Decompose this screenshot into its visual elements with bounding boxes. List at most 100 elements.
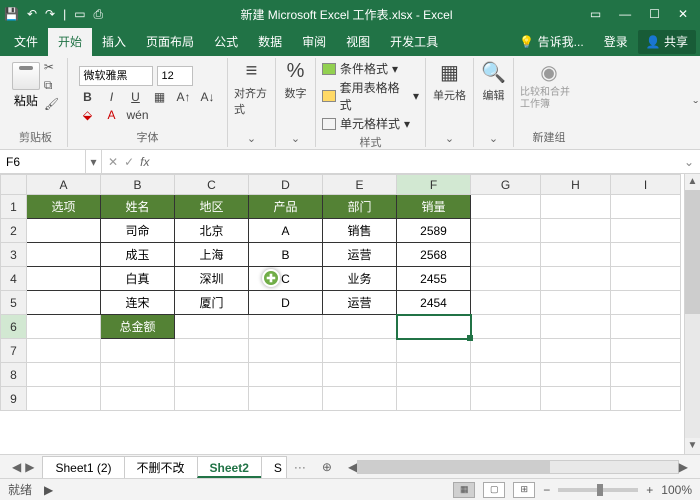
cell[interactable]	[611, 315, 681, 339]
row-header[interactable]: 8	[1, 363, 27, 387]
scroll-left-icon[interactable]: ◀	[348, 460, 357, 474]
cell[interactable]	[611, 291, 681, 315]
cell[interactable]	[323, 387, 397, 411]
increase-font-icon[interactable]: A↑	[175, 90, 193, 104]
cell[interactable]	[541, 291, 611, 315]
cells-button[interactable]: ▦ 单元格	[433, 60, 466, 103]
cell[interactable]: 2455	[397, 267, 471, 291]
cell[interactable]	[27, 339, 101, 363]
font-size-select[interactable]: 12	[157, 66, 193, 86]
cell[interactable]: 司命	[101, 219, 175, 243]
compare-button[interactable]: ◉ 比较和合并工作簿	[520, 60, 578, 111]
cell[interactable]	[541, 195, 611, 219]
sheet-nav-prev-icon[interactable]: ◀	[12, 460, 21, 474]
cell[interactable]	[249, 387, 323, 411]
page-layout-view-icon[interactable]: ▢	[483, 482, 505, 498]
enter-formula-icon[interactable]: ✓	[124, 155, 134, 169]
col-header[interactable]: B	[101, 175, 175, 195]
cell[interactable]: 北京	[175, 219, 249, 243]
cell[interactable]	[249, 315, 323, 339]
col-header[interactable]: A	[27, 175, 101, 195]
scroll-up-icon[interactable]: ▲	[685, 174, 700, 190]
vertical-scrollbar[interactable]: ▲ ▼	[684, 174, 700, 454]
redo-icon[interactable]: ↷	[45, 7, 55, 21]
zoom-in-icon[interactable]: +	[646, 483, 653, 497]
cell[interactable]	[611, 339, 681, 363]
cell[interactable]	[323, 315, 397, 339]
cell[interactable]	[471, 363, 541, 387]
undo-icon[interactable]: ↶	[27, 7, 37, 21]
cell[interactable]	[611, 363, 681, 387]
cell[interactable]	[541, 339, 611, 363]
row-header[interactable]: 5	[1, 291, 27, 315]
tab-home[interactable]: 开始	[48, 28, 92, 56]
new-icon[interactable]: ▭	[74, 7, 85, 21]
border-button[interactable]: ▦	[151, 90, 169, 104]
tab-insert[interactable]: 插入	[92, 28, 136, 56]
cell[interactable]	[323, 339, 397, 363]
tab-data[interactable]: 数据	[248, 28, 292, 56]
row-header[interactable]: 7	[1, 339, 27, 363]
cell[interactable]	[611, 219, 681, 243]
cell[interactable]: 上海	[175, 243, 249, 267]
cell[interactable]: B	[249, 243, 323, 267]
row-header[interactable]: 9	[1, 387, 27, 411]
cell[interactable]	[249, 339, 323, 363]
cell[interactable]: 总金额	[101, 315, 175, 339]
cell[interactable]	[471, 387, 541, 411]
login-button[interactable]: 登录	[594, 28, 638, 56]
row-header[interactable]: 3	[1, 243, 27, 267]
preview-icon[interactable]: ⎙	[94, 7, 104, 22]
zoom-slider[interactable]	[558, 488, 638, 492]
sheet-tab[interactable]: Sheet1 (2)	[42, 456, 124, 478]
cell[interactable]	[471, 267, 541, 291]
tab-layout[interactable]: 页面布局	[136, 28, 204, 56]
col-header[interactable]: D	[249, 175, 323, 195]
paste-button[interactable]: 粘贴	[12, 62, 40, 109]
tab-formula[interactable]: 公式	[204, 28, 248, 56]
sheet-tab-active[interactable]: Sheet2	[197, 456, 262, 478]
cell[interactable]	[27, 363, 101, 387]
font-color-button[interactable]: A	[103, 108, 121, 122]
cell[interactable]	[471, 291, 541, 315]
cell[interactable]: 选项	[27, 195, 101, 219]
expand-formula-icon[interactable]: ⌄	[678, 155, 700, 169]
cell[interactable]	[27, 267, 101, 291]
sheet-nav-next-icon[interactable]: ▶	[25, 460, 34, 474]
row-header[interactable]: 6	[1, 315, 27, 339]
cell[interactable]	[101, 363, 175, 387]
macro-record-icon[interactable]: ▶	[44, 483, 53, 497]
sheet-menu-icon[interactable]: ···	[286, 460, 314, 474]
cell[interactable]	[27, 315, 101, 339]
cell[interactable]	[541, 219, 611, 243]
cell[interactable]: 成玉	[101, 243, 175, 267]
decrease-font-icon[interactable]: A↓	[199, 90, 217, 104]
align-button[interactable]: ≡ 对齐方式	[234, 60, 269, 117]
scroll-down-icon[interactable]: ▼	[685, 438, 700, 454]
tab-dev[interactable]: 开发工具	[380, 28, 448, 56]
cell[interactable]	[397, 339, 471, 363]
grid-scroll[interactable]: A B C D E F G H I 1 选项 姓名 地区 产品 部门 销量	[0, 174, 684, 454]
minimize-icon[interactable]: —	[619, 7, 631, 21]
scroll-right-icon[interactable]: ▶	[679, 460, 688, 474]
col-header[interactable]: G	[471, 175, 541, 195]
cell[interactable]	[27, 387, 101, 411]
row-header[interactable]: 4	[1, 267, 27, 291]
scroll-thumb[interactable]	[685, 190, 700, 314]
close-icon[interactable]: ✕	[678, 7, 688, 21]
cell[interactable]	[397, 363, 471, 387]
scroll-thumb[interactable]	[358, 461, 550, 473]
col-header[interactable]: I	[611, 175, 681, 195]
cell[interactable]	[541, 363, 611, 387]
cell[interactable]	[541, 315, 611, 339]
cell[interactable]: 运营	[323, 243, 397, 267]
edit-button[interactable]: 🔍 编辑	[481, 60, 506, 103]
zoom-level[interactable]: 100%	[661, 483, 692, 497]
cell[interactable]: C	[249, 267, 323, 291]
cell[interactable]: 白真	[101, 267, 175, 291]
col-header[interactable]: H	[541, 175, 611, 195]
col-header[interactable]: C	[175, 175, 249, 195]
phonetic-button[interactable]: wén	[127, 108, 145, 122]
cell[interactable]	[101, 387, 175, 411]
underline-button[interactable]: U	[127, 90, 145, 104]
